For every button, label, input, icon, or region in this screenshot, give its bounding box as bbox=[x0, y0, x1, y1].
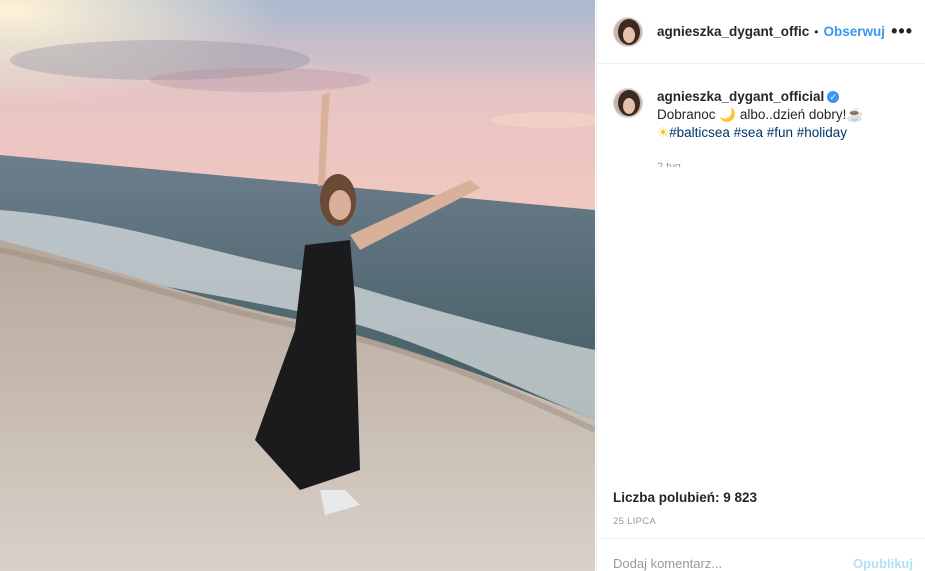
caption-avatar[interactable] bbox=[613, 88, 643, 118]
verified-badge-icon: ✓ bbox=[827, 91, 840, 103]
post-date[interactable]: 25 LIPCA bbox=[613, 516, 656, 527]
sun-emoji: ☀ bbox=[657, 125, 670, 140]
more-options-icon[interactable]: ••• bbox=[891, 21, 913, 42]
post-header: agnieszka_dygant_offic • Obserwuj ••• bbox=[597, 0, 925, 64]
hashtag-link[interactable]: #fun bbox=[767, 125, 793, 140]
avatar-image bbox=[614, 89, 642, 117]
follow-button[interactable]: Obserwuj bbox=[824, 24, 886, 39]
comment-box: Dodaj komentarz... Opublikuj bbox=[613, 556, 913, 571]
post-time-ago[interactable]: 2 tyg bbox=[657, 158, 863, 167]
hashtag-link[interactable]: #sea bbox=[734, 125, 763, 140]
avatar[interactable] bbox=[613, 16, 643, 47]
moon-emoji: 🌙 bbox=[719, 107, 737, 122]
caption: agnieszka_dygant_official ✓ Dobranoc 🌙 al… bbox=[597, 64, 925, 167]
caption-line1-rest: albo..dzień dobry! bbox=[736, 107, 847, 122]
separator-dot: • bbox=[814, 24, 819, 39]
hashtag-link[interactable]: #holiday bbox=[797, 125, 847, 140]
caption-text: agnieszka_dygant_official ✓ Dobranoc 🌙 al… bbox=[657, 88, 863, 167]
post-photo[interactable] bbox=[0, 0, 595, 571]
publish-button[interactable]: Opublikuj bbox=[853, 556, 913, 571]
header-username[interactable]: agnieszka_dygant_offic bbox=[657, 24, 809, 39]
coffee-emoji: ☕ bbox=[846, 107, 864, 122]
caption-username[interactable]: agnieszka_dygant_official bbox=[657, 89, 824, 104]
divider bbox=[597, 538, 925, 539]
caption-line1: Dobranoc bbox=[657, 107, 720, 122]
comment-input[interactable]: Dodaj komentarz... bbox=[613, 556, 722, 571]
likes-count[interactable]: Liczba polubień: 9 823 bbox=[613, 490, 757, 505]
avatar-image bbox=[614, 17, 642, 46]
post-side-panel: agnieszka_dygant_offic • Obserwuj ••• ag… bbox=[596, 0, 925, 571]
beach-photo bbox=[0, 0, 595, 571]
hashtag-link[interactable]: #balticsea bbox=[669, 125, 730, 140]
